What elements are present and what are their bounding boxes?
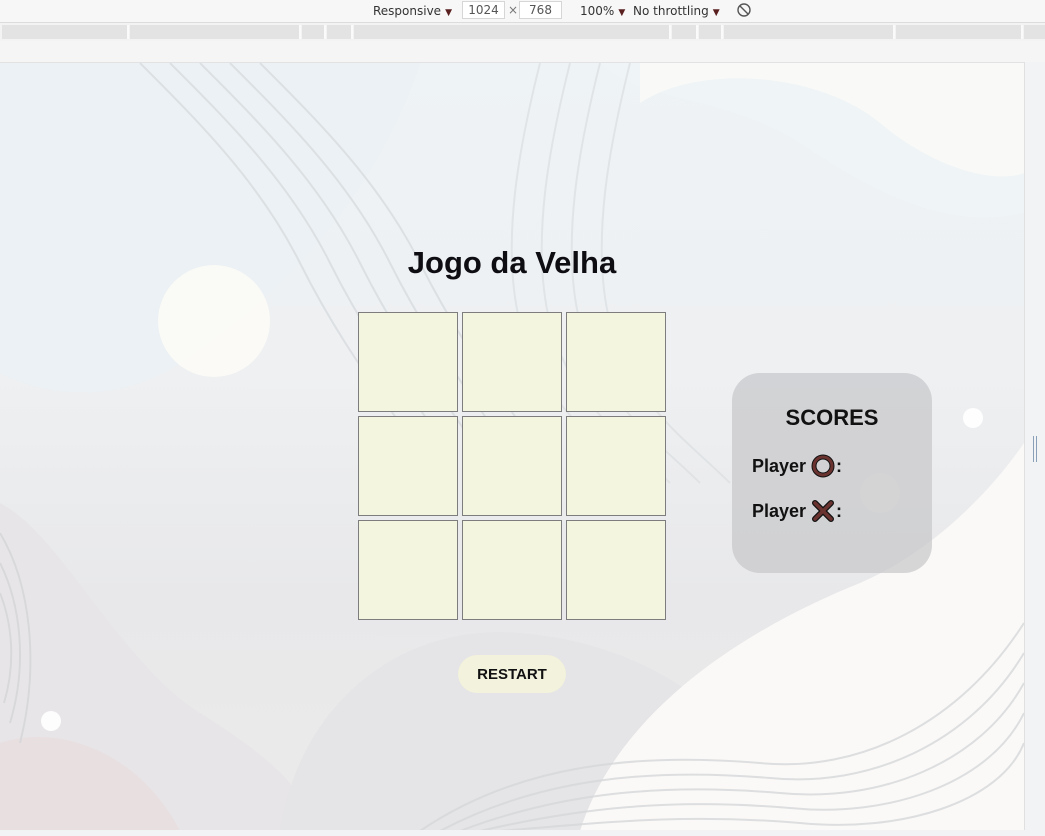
scores-panel: SCORES Player : Player : — [732, 373, 932, 573]
throttling-select[interactable]: No throttling ▼ — [633, 3, 720, 21]
board-cell-4[interactable] — [358, 416, 458, 516]
ruler-segment[interactable] — [1024, 25, 1045, 39]
viewport-top-gutter — [0, 41, 1045, 62]
zoom-select-label: 100% — [580, 4, 615, 18]
ruler-segment[interactable] — [896, 25, 1023, 39]
board-cell-7[interactable] — [358, 520, 458, 620]
device-select-label: Responsive — [373, 4, 442, 18]
ruler-segment[interactable] — [354, 25, 671, 39]
board-cell-1[interactable] — [358, 312, 458, 412]
page-title: Jogo da Velha — [407, 245, 617, 280]
board-cell-2[interactable] — [462, 312, 562, 412]
ruler-segment[interactable] — [327, 25, 353, 39]
board-cell-8[interactable] — [462, 520, 562, 620]
ruler-segment[interactable] — [2, 25, 129, 39]
player-label: Player — [752, 501, 807, 522]
score-row-o: Player : — [752, 453, 846, 478]
viewport-height-input[interactable]: 768 — [519, 1, 562, 19]
ruler-segment[interactable] — [724, 25, 895, 39]
restart-button[interactable]: RESTART — [458, 655, 566, 693]
scores-title: SCORES — [785, 405, 879, 430]
chevron-down-icon: ▼ — [712, 8, 720, 18]
score-row-x: Player : — [752, 498, 846, 523]
ruler-segment[interactable] — [672, 25, 698, 39]
score-colon: : — [836, 501, 843, 522]
devtools-device-toolbar: Responsive ▼ 1024 × 768 100% ▼ No throttli… — [0, 0, 1045, 23]
throttling-select-label: No throttling — [633, 4, 709, 18]
ruler-segment[interactable] — [302, 25, 326, 39]
circle-o-icon — [811, 454, 835, 478]
page-viewport: Jogo da Velha RESTART SCORES Player : Pl… — [0, 62, 1024, 831]
viewport-resize-handle[interactable] — [1033, 436, 1037, 462]
cross-x-icon — [812, 500, 835, 523]
media-query-ruler — [0, 23, 1045, 41]
game-board — [358, 312, 666, 620]
board-cell-6[interactable] — [566, 416, 666, 516]
dimension-separator: × — [508, 3, 519, 17]
viewport-width-input[interactable]: 1024 — [462, 1, 505, 19]
score-colon: : — [836, 456, 843, 477]
chevron-down-icon: ▼ — [445, 8, 452, 18]
board-cell-5[interactable] — [462, 416, 562, 516]
rotate-icon[interactable] — [736, 2, 752, 18]
zoom-select[interactable]: 100% ▼ — [580, 3, 625, 21]
ruler-segment[interactable] — [699, 25, 723, 39]
player-label: Player — [752, 456, 807, 477]
viewport-bottom-gutter — [0, 830, 1045, 836]
chevron-down-icon: ▼ — [618, 8, 626, 18]
board-cell-9[interactable] — [566, 520, 666, 620]
device-select[interactable]: Responsive ▼ — [373, 3, 452, 21]
ruler-segment[interactable] — [130, 25, 301, 39]
board-cell-3[interactable] — [566, 312, 666, 412]
